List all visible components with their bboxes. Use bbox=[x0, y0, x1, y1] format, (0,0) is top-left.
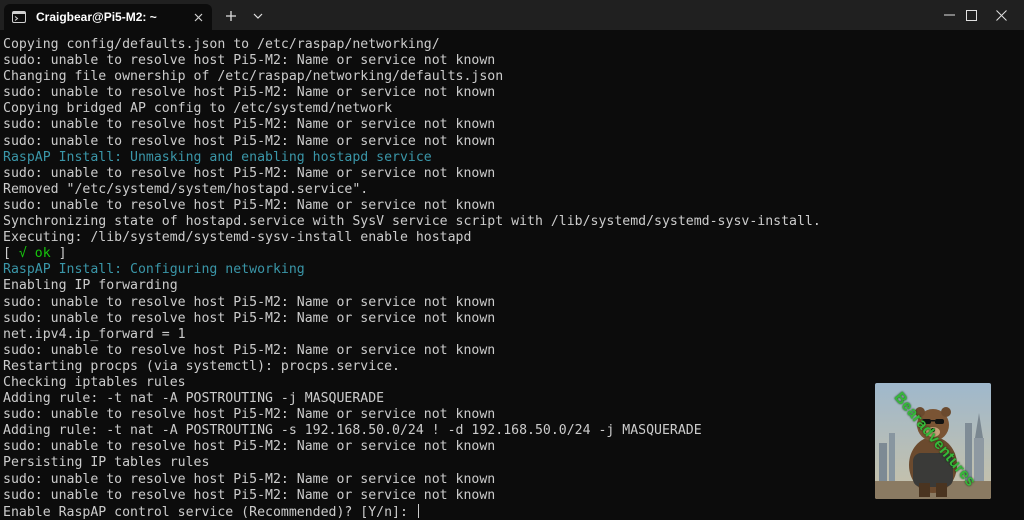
terminal-line: sudo: unable to resolve host Pi5-M2: Nam… bbox=[3, 310, 496, 326]
terminal-tab[interactable]: Craigbear@Pi5-M2: ~ bbox=[4, 4, 212, 30]
title-bar: Craigbear@Pi5-M2: ~ bbox=[0, 0, 1024, 30]
terminal-line-heading: RaspAP Install: Configuring networking bbox=[3, 262, 305, 278]
ok-bracket-close: ] bbox=[50, 246, 67, 262]
terminal-line: sudo: unable to resolve host Pi5-M2: Nam… bbox=[3, 85, 496, 101]
terminal-line: sudo: unable to resolve host Pi5-M2: Nam… bbox=[3, 117, 496, 133]
terminal-line: sudo: unable to resolve host Pi5-M2: Nam… bbox=[3, 407, 496, 423]
terminal-line: Executing: /lib/systemd/systemd-sysv-ins… bbox=[3, 230, 472, 246]
close-tab-icon[interactable] bbox=[190, 9, 206, 25]
terminal-line-heading: RaspAP Install: Unmasking and enabling h… bbox=[3, 149, 432, 165]
terminal-prompt: Enable RaspAP control service (Recommend… bbox=[3, 504, 416, 520]
terminal-line: sudo: unable to resolve host Pi5-M2: Nam… bbox=[3, 53, 496, 69]
terminal-line: Persisting IP tables rules bbox=[3, 455, 210, 471]
terminal-line: Copying bridged AP config to /etc/system… bbox=[3, 101, 393, 117]
terminal-icon bbox=[12, 11, 26, 23]
terminal-line-ok: [ √ ok ] bbox=[3, 246, 1021, 262]
tab-title: Craigbear@Pi5-M2: ~ bbox=[36, 10, 157, 24]
terminal-line: sudo: unable to resolve host Pi5-M2: Nam… bbox=[3, 342, 496, 358]
terminal-line: sudo: unable to resolve host Pi5-M2: Nam… bbox=[3, 165, 496, 181]
ok-bracket-open: [ bbox=[3, 246, 19, 262]
terminal-line: sudo: unable to resolve host Pi5-M2: Nam… bbox=[3, 133, 496, 149]
chevron-down-icon[interactable] bbox=[250, 8, 266, 24]
terminal-line: sudo: unable to resolve host Pi5-M2: Nam… bbox=[3, 487, 496, 503]
terminal-line: sudo: unable to resolve host Pi5-M2: Nam… bbox=[3, 294, 496, 310]
terminal-line: sudo: unable to resolve host Pi5-M2: Nam… bbox=[3, 439, 496, 455]
terminal-line: Synchronizing state of hostapd.service w… bbox=[3, 214, 821, 230]
terminal-output[interactable]: Copying config/defaults.json to /etc/ras… bbox=[3, 37, 1021, 520]
terminal-line: net.ipv4.ip_forward = 1 bbox=[3, 326, 186, 342]
bear-watermark-image: Bearadventures bbox=[875, 383, 991, 499]
terminal-line: Enabling IP forwarding bbox=[3, 278, 178, 294]
terminal-line: Copying config/defaults.json to /etc/ras… bbox=[3, 37, 440, 52]
new-tab-icon[interactable] bbox=[222, 8, 240, 24]
terminal-line: Adding rule: -t nat -A POSTROUTING -s 19… bbox=[3, 423, 702, 439]
text-cursor bbox=[417, 503, 419, 518]
terminal-line: Changing file ownership of /etc/raspap/n… bbox=[3, 69, 504, 85]
terminal-line: sudo: unable to resolve host Pi5-M2: Nam… bbox=[3, 197, 496, 213]
terminal-prompt-line[interactable]: Enable RaspAP control service (Recommend… bbox=[3, 503, 1021, 520]
ok-check: √ ok bbox=[18, 246, 51, 262]
terminal-line: Removed "/etc/systemd/system/hostapd.ser… bbox=[3, 181, 369, 197]
terminal-line: Checking iptables rules bbox=[3, 374, 186, 390]
terminal-line: sudo: unable to resolve host Pi5-M2: Nam… bbox=[3, 471, 496, 487]
terminal-line: Adding rule: -t nat -A POSTROUTING -j MA… bbox=[3, 391, 385, 407]
terminal-line: Restarting procps (via systemctl): procp… bbox=[3, 358, 400, 374]
close-window-icon[interactable] bbox=[978, 0, 1024, 30]
